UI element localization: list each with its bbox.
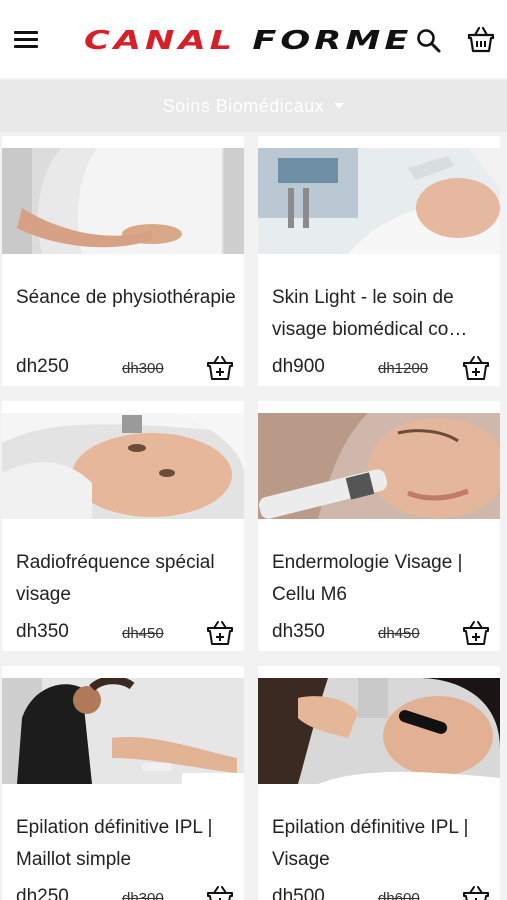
product-price: dh900	[272, 356, 325, 377]
product-old-price: dh300	[122, 360, 164, 377]
logo-text-canal: CANAL	[84, 26, 237, 56]
product-title[interactable]: Epilation définitive IPL | Visage	[272, 812, 492, 876]
product-price: dh500	[272, 886, 325, 900]
product-image-skin-light[interactable]	[258, 148, 500, 254]
product-price: dh250	[16, 356, 69, 377]
category-filter-label: Soins Biomédicaux	[162, 95, 325, 116]
product-title[interactable]: Radiofréquence spécial visage	[16, 547, 236, 611]
product-image-endermologie[interactable]	[258, 413, 500, 519]
product-image-radiofrequency[interactable]	[2, 413, 244, 519]
product-old-price: dh600	[378, 890, 420, 900]
add-to-cart-icon[interactable]	[206, 619, 234, 647]
product-old-price: dh450	[122, 625, 164, 642]
cart-icon[interactable]	[466, 26, 496, 54]
product-image-ipl-maillot[interactable]	[2, 678, 244, 784]
product-image-ipl-visage[interactable]	[258, 678, 500, 784]
add-to-cart-icon[interactable]	[462, 619, 490, 647]
product-card[interactable]: Epilation définitive IPL | Visage dh500 …	[258, 666, 500, 900]
product-old-price: dh300	[122, 890, 164, 900]
search-icon[interactable]	[416, 28, 442, 54]
add-to-cart-icon[interactable]	[462, 354, 490, 382]
menu-icon[interactable]	[14, 28, 42, 52]
product-card[interactable]: Séance de physiothérapie dh250 dh300	[2, 136, 244, 386]
product-card[interactable]: Skin Light - le soin de visage biomédica…	[258, 136, 500, 386]
product-price: dh350	[272, 621, 325, 642]
product-image-physiotherapy[interactable]	[2, 148, 244, 254]
product-title[interactable]: Séance de physiothérapie	[16, 282, 236, 314]
logo-text-forme: FORME	[252, 26, 413, 56]
product-old-price: dh450	[378, 625, 420, 642]
app-header: CANAL FORME	[0, 0, 507, 78]
add-to-cart-icon[interactable]	[462, 884, 490, 900]
product-old-price: dh1200	[378, 360, 429, 377]
product-card[interactable]: Radiofréquence spécial visage dh350 dh45…	[2, 401, 244, 651]
add-to-cart-icon[interactable]	[206, 354, 234, 382]
product-card[interactable]: Endermologie Visage | Cellu M6 dh350 dh4…	[258, 401, 500, 651]
product-title[interactable]: Endermologie Visage | Cellu M6	[272, 547, 492, 611]
brand-logo[interactable]: CANAL FORME	[84, 24, 408, 58]
product-price: dh350	[16, 621, 69, 642]
product-title[interactable]: Skin Light - le soin de visage biomédica…	[272, 282, 492, 346]
product-card[interactable]: Epilation définitive IPL | Maillot simpl…	[2, 666, 244, 900]
add-to-cart-icon[interactable]	[206, 884, 234, 900]
product-title[interactable]: Epilation définitive IPL | Maillot simpl…	[16, 812, 236, 876]
product-price: dh250	[16, 886, 69, 900]
caret-down-icon	[334, 103, 345, 109]
category-filter-dropdown[interactable]: Soins Biomédicaux	[0, 80, 507, 132]
